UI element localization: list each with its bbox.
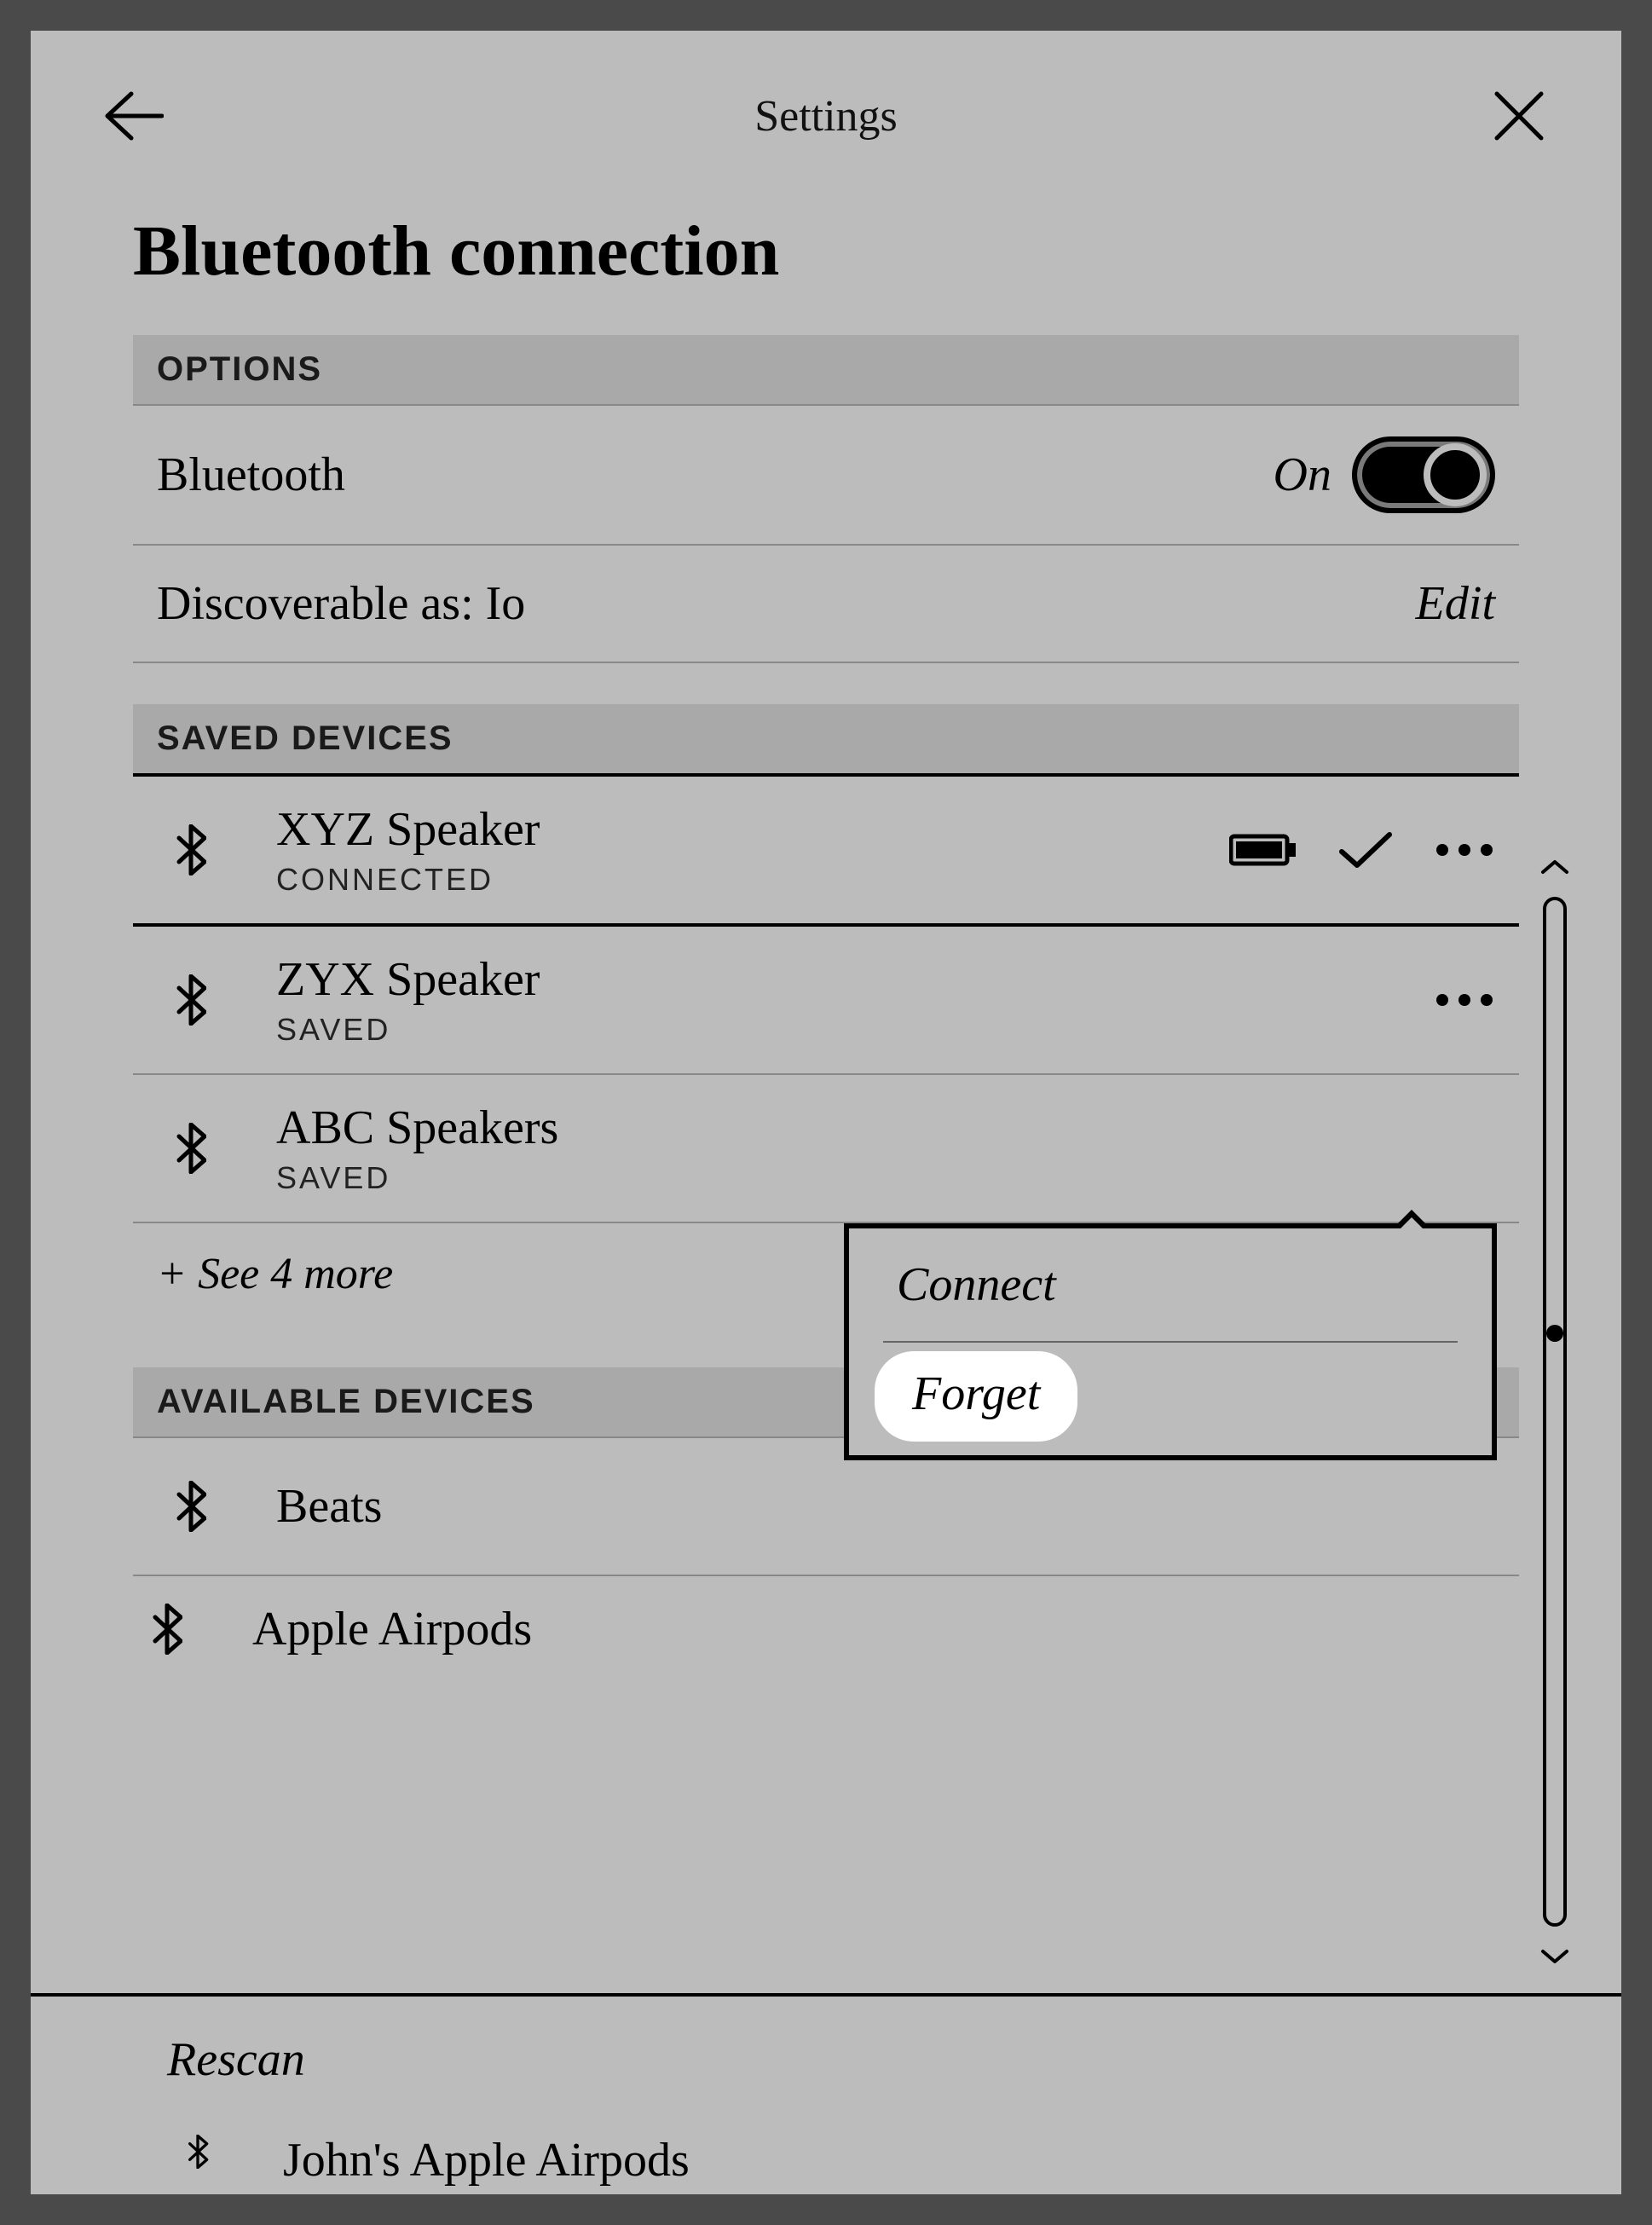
saved-device-row[interactable]: XYZ Speaker CONNECTED bbox=[133, 777, 1519, 927]
available-device-row[interactable]: Apple Airpods bbox=[133, 1576, 1519, 1656]
bluetooth-icon bbox=[176, 1481, 206, 1532]
menu-item-forget[interactable]: Forget bbox=[875, 1351, 1077, 1442]
menu-item-connect[interactable]: Connect bbox=[849, 1228, 1492, 1341]
bluetooth-state: On bbox=[1274, 448, 1331, 502]
device-status: SAVED bbox=[276, 1012, 1383, 1048]
topbar-title: Settings bbox=[754, 91, 898, 142]
toggle-knob bbox=[1424, 443, 1487, 506]
bluetooth-icon bbox=[176, 974, 206, 1026]
bluetooth-icon bbox=[182, 2135, 213, 2169]
device-name: Apple Airpods bbox=[252, 1602, 1519, 1656]
bluetooth-icon bbox=[176, 1123, 206, 1174]
top-bar: Settings bbox=[31, 31, 1621, 201]
close-button[interactable] bbox=[1485, 82, 1553, 150]
bluetooth-icon bbox=[152, 1604, 182, 1655]
device-name: John's Apple Airpods bbox=[283, 2135, 690, 2186]
bluetooth-row: Bluetooth On bbox=[133, 406, 1519, 546]
section-header-options: OPTIONS bbox=[133, 335, 1519, 406]
chevron-down-icon bbox=[1539, 1948, 1570, 1967]
scroll-indicator[interactable] bbox=[1538, 849, 1572, 1974]
bluetooth-icon bbox=[176, 824, 206, 876]
battery-icon bbox=[1229, 831, 1297, 869]
more-icon[interactable] bbox=[1434, 841, 1495, 858]
discoverable-label: Discoverable as: Io bbox=[157, 576, 525, 631]
bluetooth-toggle[interactable] bbox=[1352, 436, 1495, 513]
close-icon bbox=[1492, 89, 1546, 143]
rescan-button[interactable]: Rescan bbox=[31, 1993, 1621, 2123]
device-context-menu: Connect X Forget bbox=[844, 1223, 1497, 1460]
check-icon bbox=[1338, 829, 1393, 870]
arrow-left-icon bbox=[102, 90, 164, 142]
more-icon[interactable] bbox=[1434, 991, 1495, 1008]
device-status: CONNECTED bbox=[276, 862, 1178, 898]
device-status: SAVED bbox=[276, 1160, 1444, 1196]
page-title: Bluetooth connection bbox=[31, 201, 1621, 335]
back-button[interactable] bbox=[99, 82, 167, 150]
device-name: XYZ Speaker bbox=[276, 802, 1178, 857]
edit-button[interactable]: Edit bbox=[1416, 576, 1495, 631]
saved-device-row[interactable]: ABC Speakers SAVED bbox=[133, 1075, 1519, 1223]
saved-device-row[interactable]: ZYX Speaker SAVED bbox=[133, 927, 1519, 1075]
discoverable-row: Discoverable as: Io Edit bbox=[133, 546, 1519, 663]
device-name: ZYX Speaker bbox=[276, 952, 1383, 1007]
bluetooth-label: Bluetooth bbox=[157, 448, 345, 502]
scroll-thumb[interactable] bbox=[1546, 1325, 1563, 1342]
menu-divider bbox=[883, 1341, 1458, 1343]
device-name: ABC Speakers bbox=[276, 1101, 1444, 1155]
device-name: Beats bbox=[276, 1479, 1495, 1534]
chevron-up-icon bbox=[1539, 857, 1570, 876]
available-device-row[interactable]: John's Apple Airpods bbox=[164, 2135, 690, 2186]
scroll-track[interactable] bbox=[1543, 897, 1567, 1927]
section-header-saved: SAVED DEVICES bbox=[133, 704, 1519, 777]
